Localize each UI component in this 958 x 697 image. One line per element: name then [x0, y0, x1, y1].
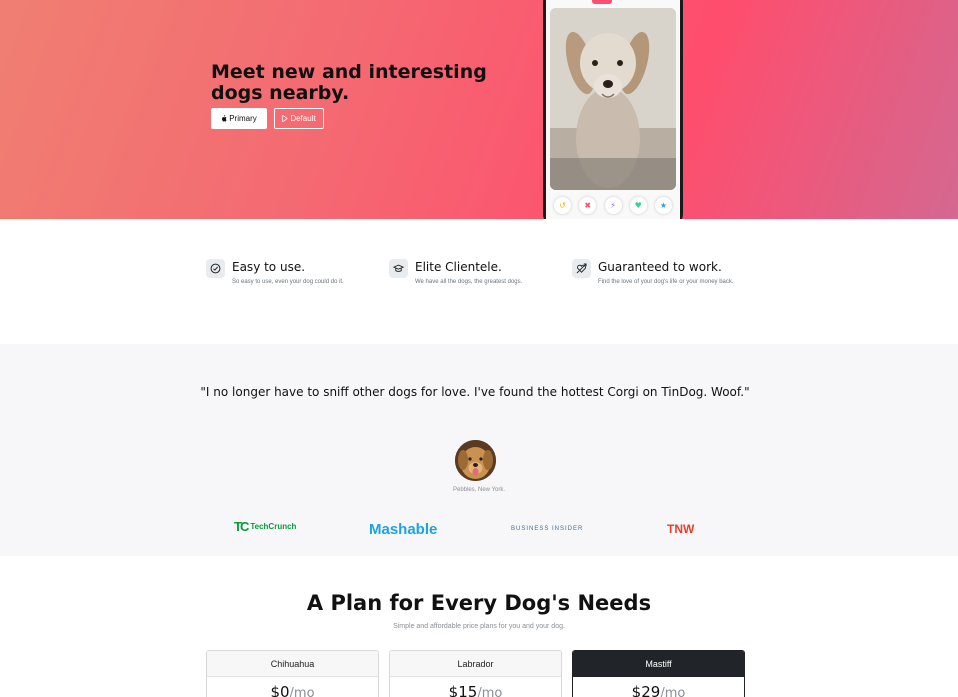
pricing-title: A Plan for Every Dog's Needs: [306, 591, 652, 615]
check-circle-icon: [206, 259, 225, 278]
feature-description: So easy to use, even your dog could do i…: [232, 279, 344, 285]
hero-title: Meet new and interesting dogs nearby.: [211, 61, 487, 104]
phone-action-bar: ↺ ✖ ⚡ ♥ ★: [552, 196, 674, 214]
price-period: /mo: [289, 686, 315, 697]
download-primary-button[interactable]: Primary: [211, 108, 267, 129]
play-store-icon: [282, 115, 289, 122]
price-amount: $15: [448, 683, 478, 697]
feature-title: Guaranteed to work.: [598, 260, 722, 274]
testimonial-section: "I no longer have to sniff other dogs fo…: [0, 344, 958, 556]
tnw-logo: TNW: [667, 522, 695, 536]
heart-arrow-icon: [572, 259, 591, 278]
mashable-logo: Mashable: [369, 521, 438, 538]
techcrunch-mark: TC: [234, 519, 249, 534]
testimonial-caption: Pebbles, New York.: [452, 487, 506, 493]
business-insider-logo: BUSINESS INSIDER: [511, 526, 584, 532]
price-period: /mo: [660, 686, 686, 697]
plan-price: $29/mo: [573, 677, 744, 697]
feature-title: Elite Clientele.: [415, 260, 502, 274]
download-default-button[interactable]: Default: [274, 108, 324, 129]
hero-section: Meet new and interesting dogs nearby. Pr…: [0, 0, 958, 219]
dog-illustration: [550, 8, 676, 190]
plan-card-mastiff: Mastiff $29/mo: [572, 650, 745, 697]
graduation-cap-icon: [389, 259, 408, 278]
feature-description: Find the love of your dog's life or your…: [598, 279, 734, 285]
plan-name: Mastiff: [573, 651, 744, 677]
plan-price: $0/mo: [207, 677, 378, 697]
default-button-label: Default: [290, 114, 316, 123]
plan-price: $15/mo: [390, 677, 561, 697]
feature-title: Easy to use.: [232, 260, 306, 274]
primary-button-label: Primary: [229, 114, 257, 123]
dog-profile-photo: [550, 8, 676, 190]
price-period: /mo: [477, 686, 503, 697]
price-amount: $29: [631, 683, 661, 697]
star-icon[interactable]: ★: [655, 196, 672, 214]
heart-icon[interactable]: ♥: [629, 196, 647, 214]
avatar: [455, 440, 496, 481]
pricing-subtitle: Simple and affordable price plans for yo…: [393, 623, 565, 630]
feature-description: We have all the dogs, the greatest dogs.: [415, 279, 523, 285]
plan-card-chihuahua: Chihuahua $0/mo: [206, 650, 379, 697]
testimonial-quote: "I no longer have to sniff other dogs fo…: [200, 385, 750, 399]
phone-notch: [592, 0, 612, 4]
apple-icon: [222, 115, 227, 122]
techcrunch-logo: TC TechCrunch: [234, 519, 296, 534]
close-icon[interactable]: ✖: [579, 196, 597, 214]
plan-name: Labrador: [390, 651, 561, 677]
plan-card-labrador: Labrador $15/mo: [389, 650, 562, 697]
plan-name: Chihuahua: [207, 651, 378, 677]
techcrunch-wordmark: TechCrunch: [250, 522, 297, 531]
bolt-icon[interactable]: ⚡: [604, 196, 622, 214]
price-amount: $0: [270, 683, 290, 697]
undo-icon[interactable]: ↺: [554, 196, 571, 214]
